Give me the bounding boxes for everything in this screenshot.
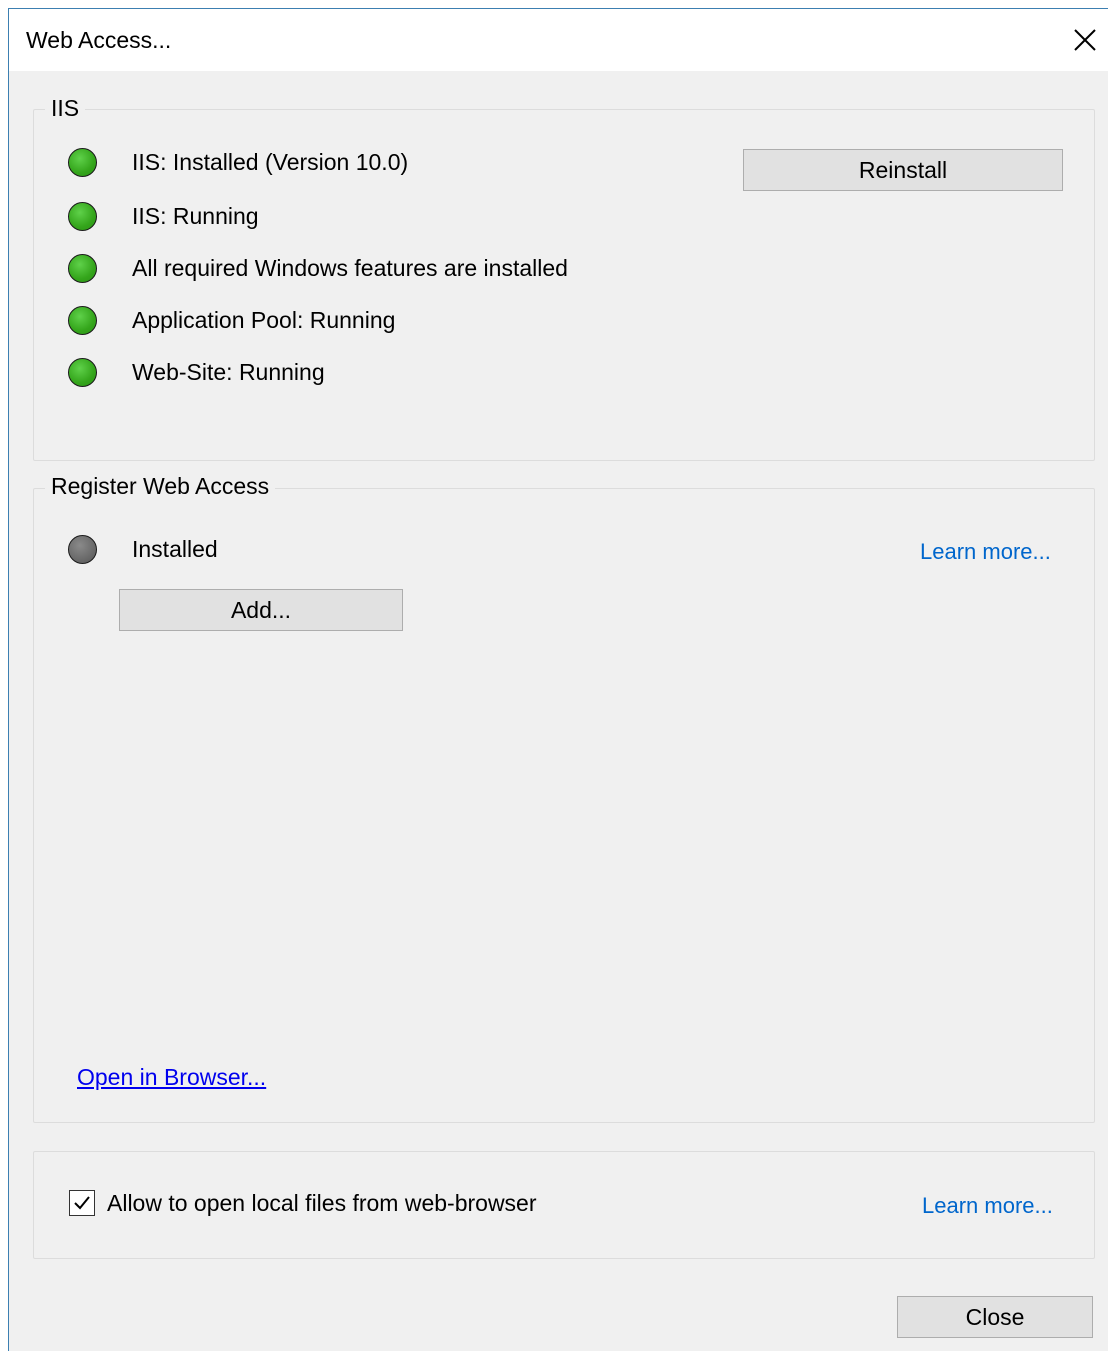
iis-status-website: Web-Site: Running <box>68 355 325 389</box>
status-label: IIS: Installed (Version 10.0) <box>132 148 409 175</box>
status-label: All required Windows features are instal… <box>132 254 568 281</box>
iis-status-features: All required Windows features are instal… <box>68 251 568 285</box>
status-led-icon <box>68 357 97 387</box>
iis-status-running: IIS: Running <box>68 199 259 233</box>
register-web-access-group <box>33 488 1095 1123</box>
iis-status-app-pool: Application Pool: Running <box>68 303 395 337</box>
status-led-icon <box>68 201 97 231</box>
options-learn-more-link[interactable]: Learn more... <box>922 1193 1053 1219</box>
iis-group-legend: IIS <box>45 95 86 122</box>
allow-local-files-label: Allow to open local files from web-brows… <box>107 1190 537 1216</box>
status-label: Application Pool: Running <box>132 306 396 333</box>
register-group-legend: Register Web Access <box>45 473 276 500</box>
close-button[interactable]: Close <box>897 1296 1093 1338</box>
status-label: Installed <box>132 535 218 562</box>
title-bar: Web Access... <box>9 9 1108 71</box>
status-led-icon <box>68 534 97 564</box>
window-title: Web Access... <box>26 27 172 53</box>
status-label: Web-Site: Running <box>132 358 325 385</box>
status-led-icon <box>68 253 97 283</box>
checkmark-icon <box>74 1196 90 1210</box>
register-learn-more-link[interactable]: Learn more... <box>920 539 1051 565</box>
add-button[interactable]: Add... <box>119 589 403 631</box>
register-status-installed: Installed <box>68 532 218 566</box>
status-label: IIS: Running <box>132 202 259 229</box>
iis-status-installed: IIS: Installed (Version 10.0) <box>68 145 408 179</box>
web-access-dialog: Web Access... IIS IIS: Installed (Versio… <box>8 8 1108 1351</box>
status-led-icon <box>68 147 97 177</box>
status-led-icon <box>68 305 97 335</box>
open-in-browser-link[interactable]: Open in Browser... <box>77 1064 266 1091</box>
close-window-button[interactable] <box>1062 9 1108 71</box>
reinstall-button[interactable]: Reinstall <box>743 149 1063 191</box>
close-icon <box>1074 29 1096 51</box>
allow-local-files-checkbox[interactable] <box>69 1190 95 1216</box>
